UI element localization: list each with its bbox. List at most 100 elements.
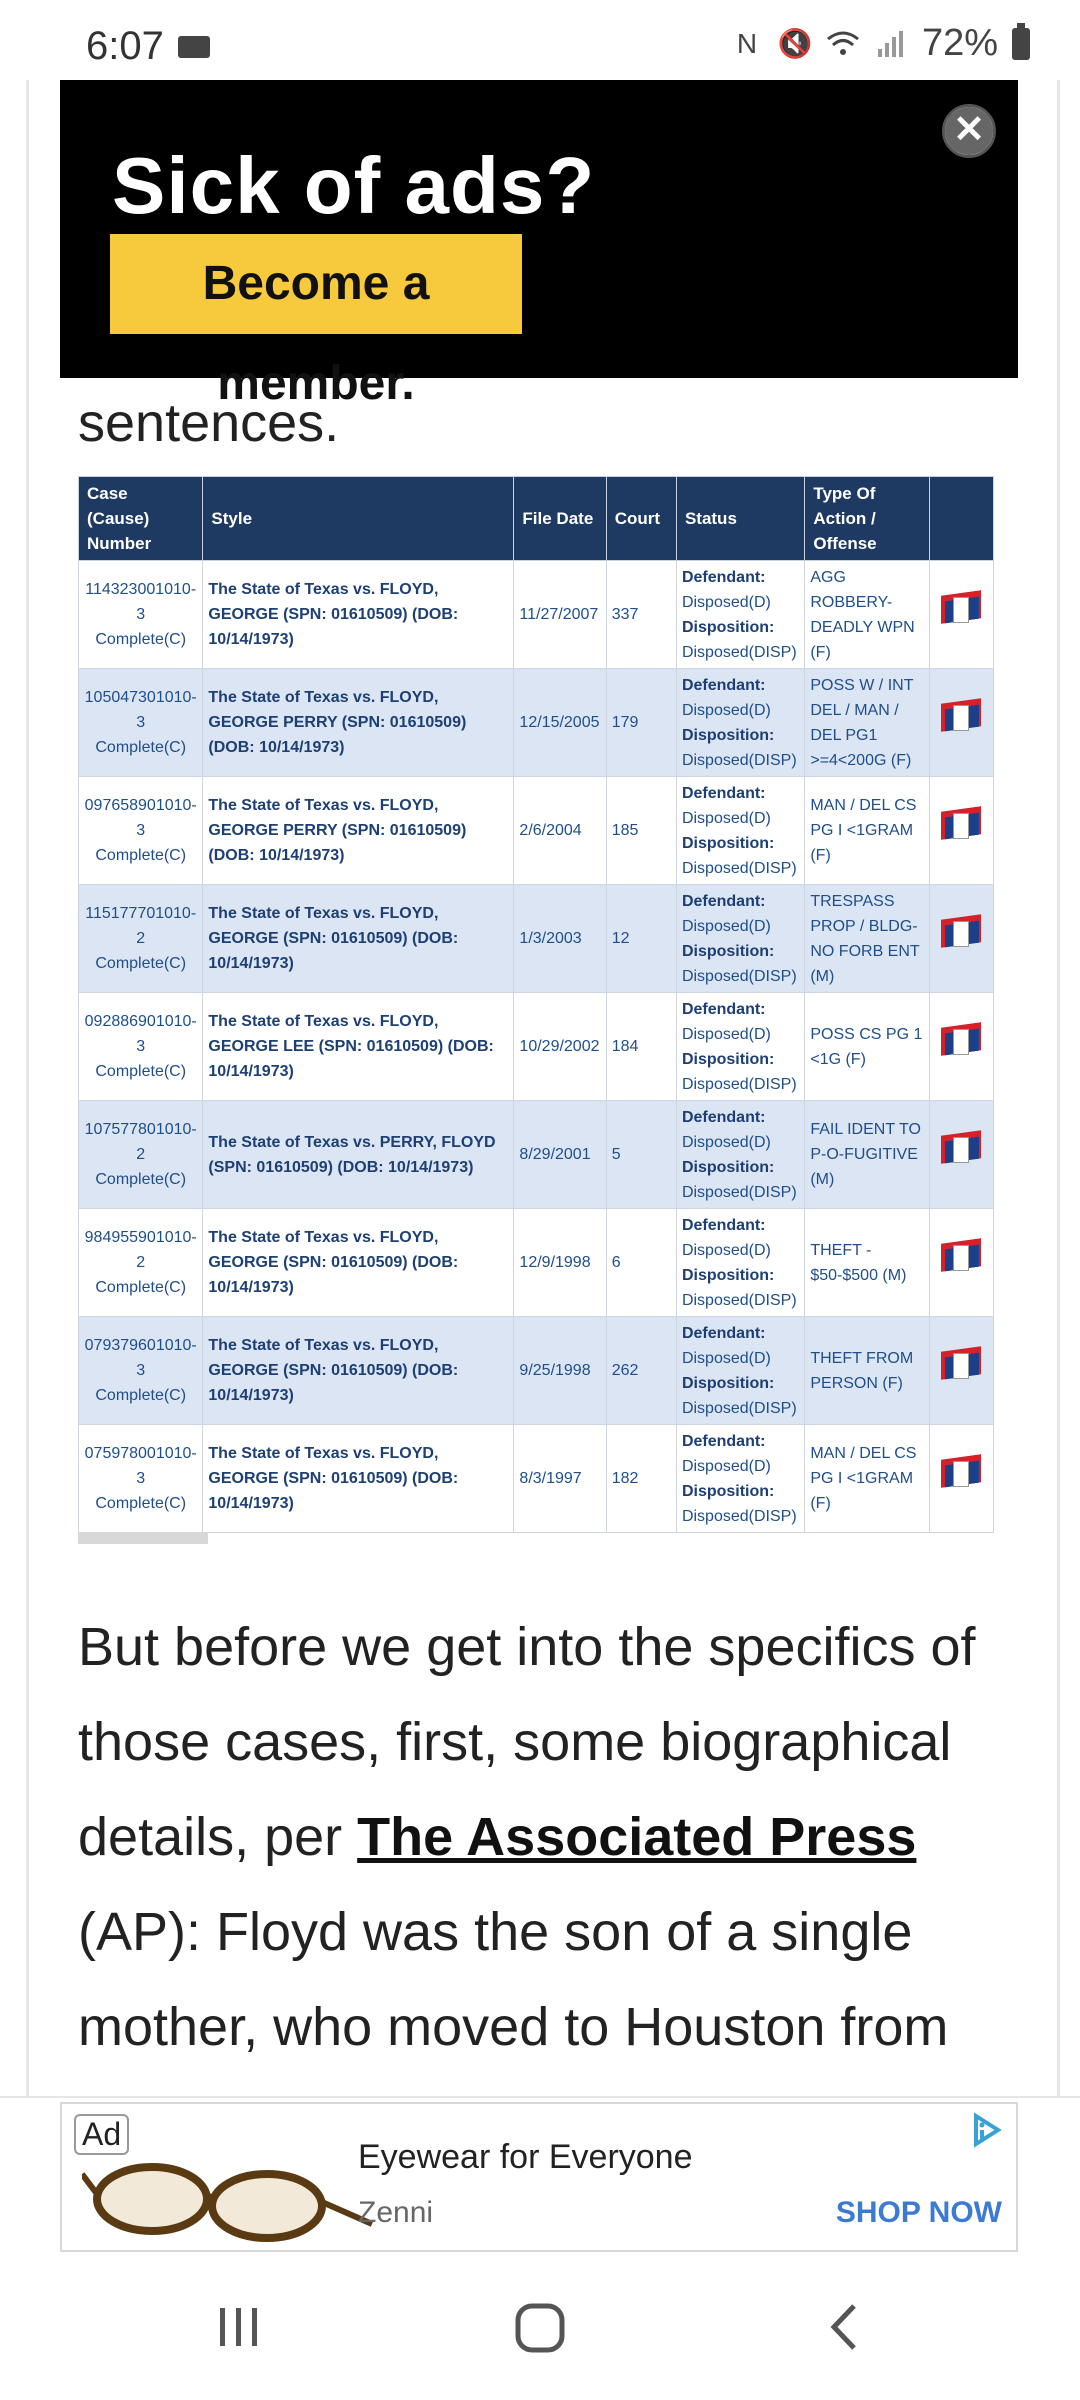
defendant-status: Disposed(D) bbox=[681, 1025, 771, 1043]
cause-number[interactable]: 097658901010-3 bbox=[85, 797, 197, 839]
document-image-icon[interactable] bbox=[941, 913, 982, 953]
table-row: 107577801010-2 Complete(C) The State of Te… bbox=[77, 1100, 995, 1209]
battery-icon bbox=[1012, 22, 1030, 60]
col-offense: Type Of Action / Offense bbox=[804, 476, 930, 561]
table-row: 115177701010-2 Complete(C) The State of Te… bbox=[77, 884, 995, 993]
cause-number[interactable]: 115177701010-2 bbox=[85, 905, 196, 947]
ad-container[interactable]: Ad Eyewear for Everyone Zenni SHOP NOW bbox=[60, 2102, 1018, 2252]
style-cell: The State of Texas vs. FLOYD, GEORGE (SP… bbox=[202, 1316, 515, 1425]
document-image-icon[interactable] bbox=[941, 589, 982, 629]
cause-cell[interactable]: 092886901010-3 Complete(C) bbox=[77, 992, 204, 1101]
cause-status: Complete(C) bbox=[95, 1495, 187, 1512]
style-cell: The State of Texas vs. FLOYD, GEORGE (SP… bbox=[202, 884, 515, 993]
offense-cell: FAIL IDENT TO P-O-FUGITIVE (M) bbox=[804, 1100, 930, 1209]
document-image-cell[interactable] bbox=[928, 1100, 995, 1209]
cause-status: Complete(C) bbox=[95, 1279, 187, 1296]
close-ad-button[interactable]: ✕ bbox=[942, 104, 996, 158]
cause-cell[interactable]: 079379601010-3 Complete(C) bbox=[77, 1316, 204, 1425]
document-image-icon[interactable] bbox=[941, 1237, 982, 1277]
disposition-status: Disposed(DISP) bbox=[681, 1075, 797, 1093]
document-image-cell[interactable] bbox=[928, 1316, 995, 1425]
disposition-status: Disposed(DISP) bbox=[681, 1291, 797, 1309]
defendant-label: Defendant: bbox=[681, 784, 766, 802]
table-row: 097658901010-3 Complete(C) The State of Te… bbox=[77, 776, 995, 885]
recent-apps-icon[interactable] bbox=[214, 2302, 264, 2352]
banner-ad[interactable]: Ad Eyewear for Everyone Zenni SHOP NOW bbox=[0, 2096, 1080, 2258]
status-cell: Defendant: Disposed(D) Disposition: Dispose… bbox=[675, 668, 806, 777]
table-row: 984955901010-2 Complete(C) The State of Te… bbox=[77, 1208, 995, 1317]
cause-number[interactable]: 092886901010-3 bbox=[85, 1013, 197, 1055]
table-row: 114323001010-3 Complete(C) The State of Te… bbox=[77, 560, 995, 669]
battery-percent: 72% bbox=[921, 22, 998, 64]
document-image-icon[interactable] bbox=[941, 1129, 982, 1169]
document-image-icon[interactable] bbox=[941, 805, 982, 845]
document-image-cell[interactable] bbox=[928, 884, 995, 993]
offense-cell: THEFT - $50-$500 (M) bbox=[804, 1208, 930, 1317]
cause-number[interactable]: 079379601010-3 bbox=[85, 1337, 197, 1379]
cause-cell[interactable]: 105047301010-3 Complete(C) bbox=[77, 668, 204, 777]
offense-cell: MAN / DEL CS PG I <1GRAM (F) bbox=[804, 776, 930, 885]
cause-number[interactable]: 107577801010-2 bbox=[85, 1121, 197, 1163]
style-cell: The State of Texas vs. FLOYD, GEORGE (SP… bbox=[202, 1424, 515, 1533]
document-image-icon[interactable] bbox=[941, 697, 982, 737]
membership-ad[interactable]: Sick of ads? Become a member. ✕ bbox=[60, 80, 1018, 410]
file-date-cell: 10/29/2002 bbox=[513, 992, 607, 1101]
cause-cell[interactable]: 075978001010-3 Complete(C) bbox=[77, 1424, 204, 1533]
cause-number[interactable]: 114323001010-3 bbox=[85, 581, 196, 623]
offense-cell: POSS W / INT DEL / MAN / DEL PG1 >=4<200… bbox=[804, 668, 930, 777]
document-image-cell[interactable] bbox=[928, 1424, 995, 1533]
defendant-label: Defendant: bbox=[681, 1216, 766, 1234]
cause-number[interactable]: 984955901010-2 bbox=[85, 1229, 197, 1271]
cause-cell[interactable]: 984955901010-2 Complete(C) bbox=[77, 1208, 204, 1317]
cause-cell[interactable]: 097658901010-3 Complete(C) bbox=[77, 776, 204, 885]
court-cell: 184 bbox=[605, 992, 677, 1101]
associated-press-link[interactable]: The Associated Press bbox=[357, 1807, 916, 1867]
disposition-label: Disposition: bbox=[681, 1050, 775, 1068]
offense-cell: MAN / DEL CS PG I <1GRAM (F) bbox=[804, 1424, 930, 1533]
cause-cell[interactable]: 114323001010-3 Complete(C) bbox=[77, 560, 204, 669]
defendant-status: Disposed(D) bbox=[681, 701, 771, 719]
document-image-cell[interactable] bbox=[928, 1208, 995, 1317]
disposition-label: Disposition: bbox=[681, 618, 775, 636]
ad-title[interactable]: Eyewear for Everyone bbox=[358, 2138, 693, 2177]
document-image-icon[interactable] bbox=[941, 1453, 982, 1493]
cause-number[interactable]: 075978001010-3 bbox=[85, 1445, 197, 1487]
shop-now-button[interactable]: SHOP NOW bbox=[836, 2196, 1002, 2230]
disposition-status: Disposed(DISP) bbox=[681, 1399, 797, 1417]
table-row: 105047301010-3 Complete(C) The State of Te… bbox=[77, 668, 995, 777]
offense-cell: TRESPASS PROP / BLDG-NO FORB ENT (M) bbox=[804, 884, 930, 993]
case-table: Case (Cause) Number Style File Date Cour… bbox=[77, 476, 995, 1533]
court-cell: 262 bbox=[605, 1316, 677, 1425]
style-cell: The State of Texas vs. FLOYD, GEORGE LEE… bbox=[202, 992, 515, 1101]
offense-cell: POSS CS PG 1 <1G (F) bbox=[804, 992, 930, 1101]
col-file-date: File Date bbox=[513, 476, 607, 561]
file-date-cell: 1/3/2003 bbox=[513, 884, 607, 993]
style-cell: The State of Texas vs. FLOYD, GEORGE (SP… bbox=[202, 560, 515, 669]
document-image-cell[interactable] bbox=[928, 992, 995, 1101]
style-cell: The State of Texas vs. FLOYD, GEORGE (SP… bbox=[202, 1208, 515, 1317]
document-image-cell[interactable] bbox=[928, 776, 995, 885]
status-cell: Defendant: Disposed(D) Disposition: Dispose… bbox=[675, 884, 806, 993]
file-date-cell: 2/6/2004 bbox=[513, 776, 607, 885]
table-scrollbar[interactable] bbox=[78, 1532, 208, 1544]
document-image-cell[interactable] bbox=[928, 560, 995, 669]
back-icon[interactable] bbox=[824, 2302, 864, 2352]
wifi-icon bbox=[826, 27, 860, 61]
disposition-label: Disposition: bbox=[681, 834, 775, 852]
style-cell: The State of Texas vs. FLOYD, GEORGE PER… bbox=[202, 668, 515, 777]
document-image-cell[interactable] bbox=[928, 668, 995, 777]
adchoices-icon[interactable] bbox=[968, 2112, 1004, 2148]
cause-number[interactable]: 105047301010-3 bbox=[85, 689, 197, 731]
document-image-icon[interactable] bbox=[941, 1021, 982, 1061]
document-image-icon[interactable] bbox=[941, 1345, 982, 1385]
file-date-cell: 12/15/2005 bbox=[513, 668, 607, 777]
home-icon[interactable] bbox=[514, 2302, 566, 2354]
disposition-label: Disposition: bbox=[681, 1158, 775, 1176]
status-cell: Defendant: Disposed(D) Disposition: Dispose… bbox=[675, 1100, 806, 1209]
cause-cell[interactable]: 107577801010-2 Complete(C) bbox=[77, 1100, 204, 1209]
cause-cell[interactable]: 115177701010-2 Complete(C) bbox=[77, 884, 204, 993]
paragraph-text-cont: (AP): Floyd was the son of a single moth… bbox=[78, 1902, 949, 2057]
col-status: Status bbox=[675, 476, 806, 561]
become-member-button[interactable]: Become a member. bbox=[110, 234, 522, 410]
cause-status: Complete(C) bbox=[95, 955, 187, 972]
